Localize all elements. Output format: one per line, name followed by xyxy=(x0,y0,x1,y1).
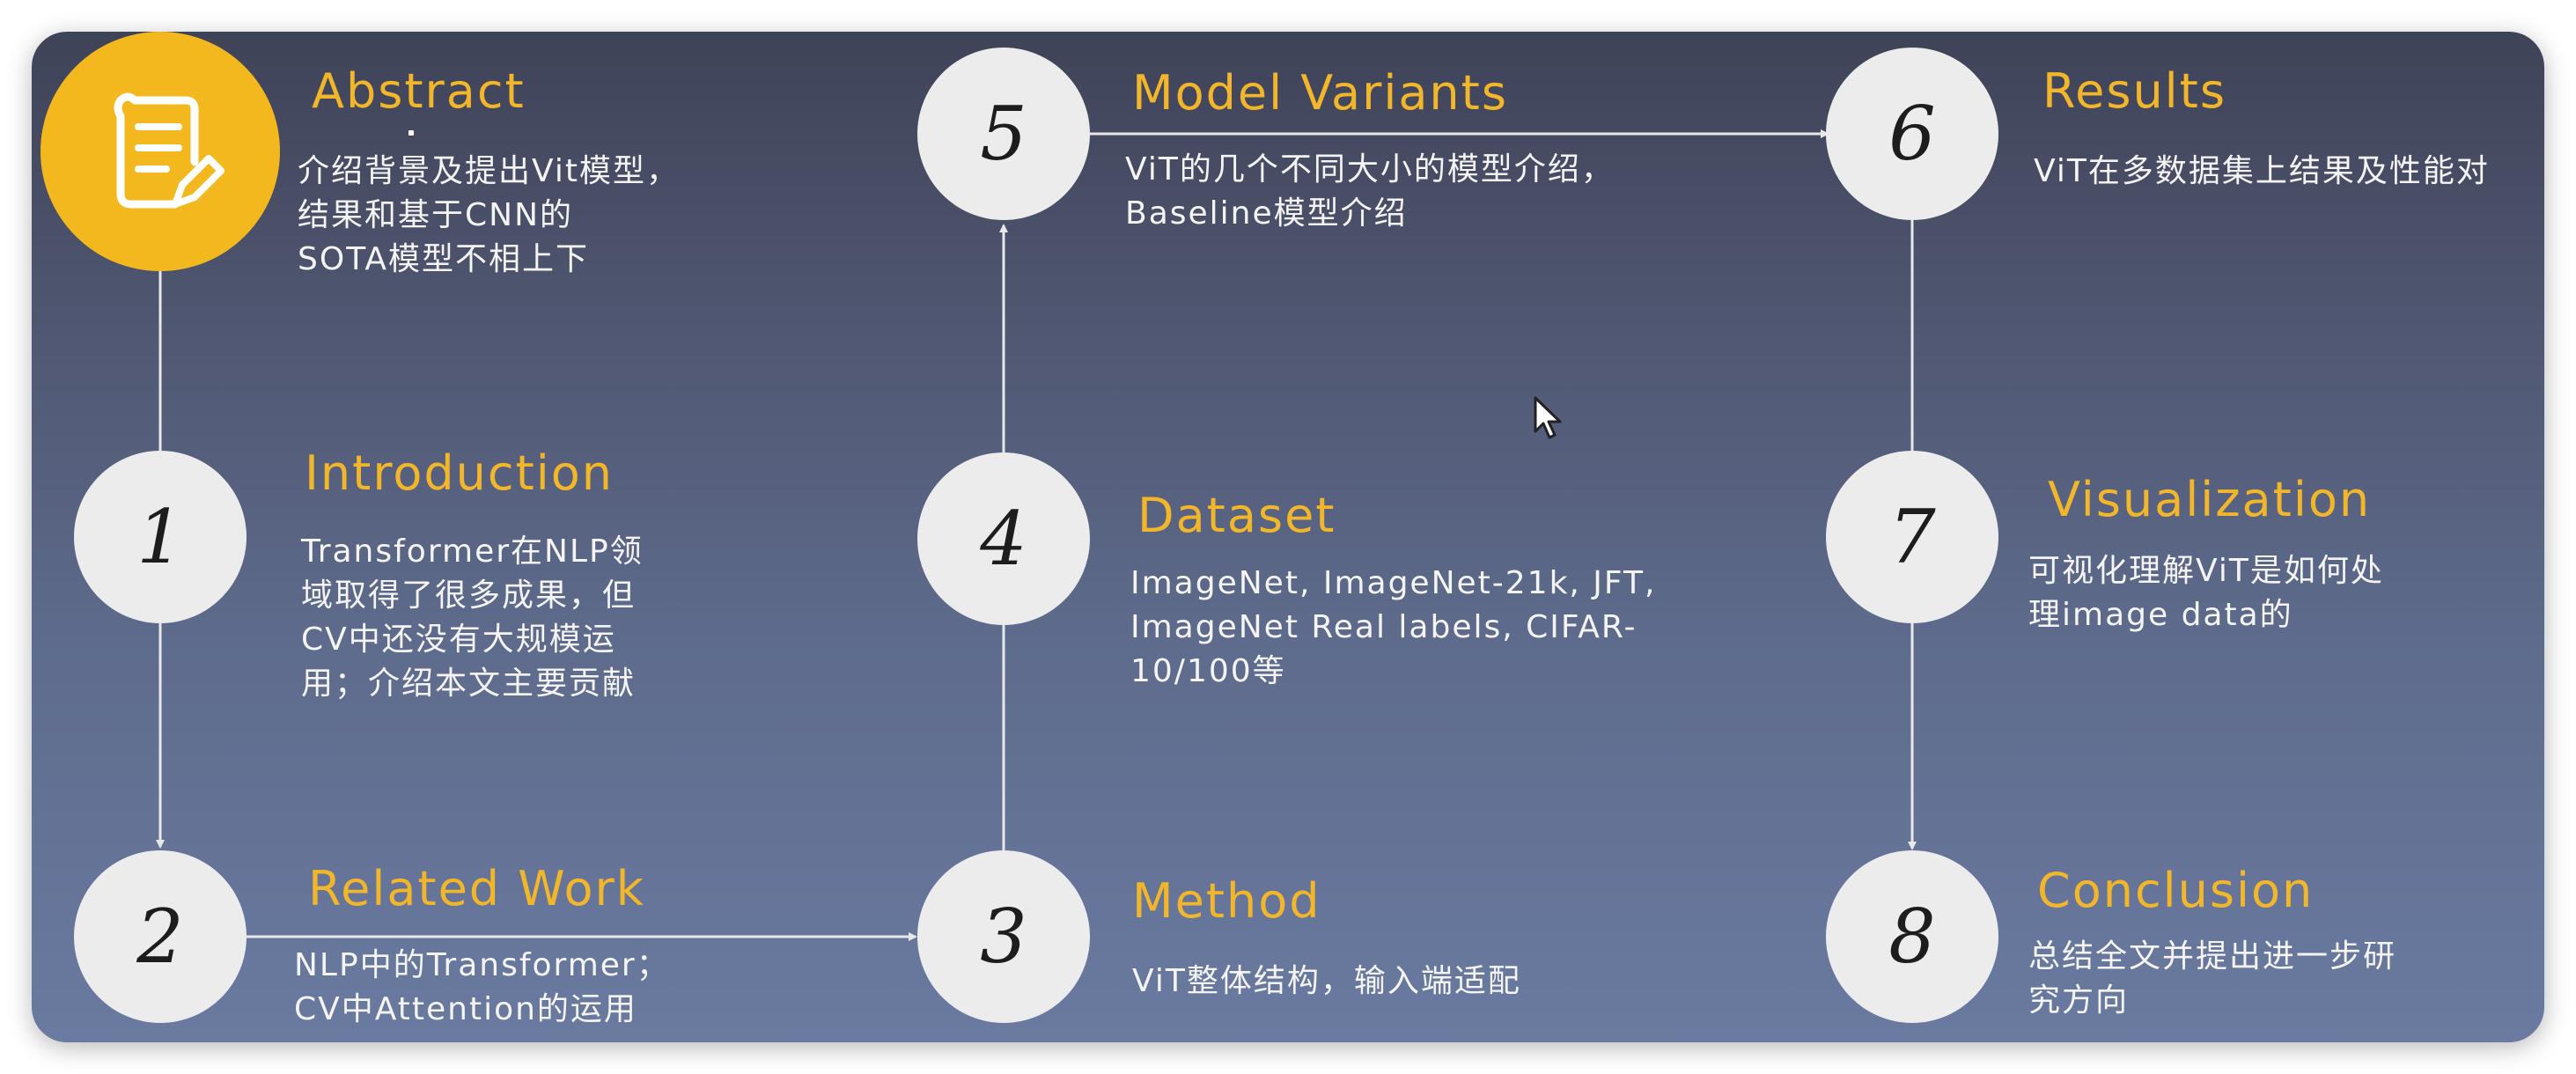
abstract-desc: 介绍背景及提出Vit模型， 结果和基于CNN的 SOTA模型不相上下 xyxy=(298,153,680,277)
node-3: 3 xyxy=(917,850,1090,1023)
dataset-title: Dataset xyxy=(1137,488,1336,543)
related-work-desc: NLP中的Transformer； CV中Attention的运用 xyxy=(294,947,670,1027)
node-5: 5 xyxy=(917,48,1090,220)
visualization-title: Visualization xyxy=(2048,472,2372,527)
introduction-desc: Transformer在NLP领 域取得了很多成果，但 CV中还没有大规模运 用… xyxy=(301,533,644,702)
related-work-title: Related Work xyxy=(308,861,645,916)
abstract-node xyxy=(40,32,280,271)
visualization-desc: 可视化理解ViT是如何处 理image data的 xyxy=(2028,553,2384,633)
method-title: Method xyxy=(1132,873,1321,929)
model-variants-desc: ViT的几个不同大小的模型介绍， Baseline模型介绍 xyxy=(1125,151,1615,232)
stray-mark xyxy=(408,130,414,136)
model-variants-title: Model Variants xyxy=(1132,65,1508,121)
abstract-title: Abstract xyxy=(312,63,526,119)
conclusion-title: Conclusion xyxy=(2037,863,2315,918)
node-7: 7 xyxy=(1826,451,1998,623)
node-4: 4 xyxy=(917,452,1090,625)
node-6: 6 xyxy=(1826,48,1998,220)
node-1: 1 xyxy=(74,451,247,623)
node-8: 8 xyxy=(1826,850,1998,1023)
results-title: Results xyxy=(2042,63,2226,119)
node-2: 2 xyxy=(74,850,247,1023)
diagram-canvas: Abstract 介绍背景及提出Vit模型， 结果和基于CNN的 SOTA模型不… xyxy=(32,32,2544,1042)
mouse-cursor-icon xyxy=(1534,396,1564,444)
introduction-title: Introduction xyxy=(305,445,615,501)
dataset-desc: ImageNet, ImageNet-21k, JFT, ImageNet Re… xyxy=(1130,565,1657,689)
document-pencil-icon xyxy=(114,92,224,209)
results-desc: ViT在多数据集上结果及性能对 xyxy=(2034,153,2490,189)
method-desc: ViT整体结构，输入端适配 xyxy=(1132,963,1521,999)
conclusion-desc: 总结全文并提出进一步研 究方向 xyxy=(2028,938,2397,1019)
